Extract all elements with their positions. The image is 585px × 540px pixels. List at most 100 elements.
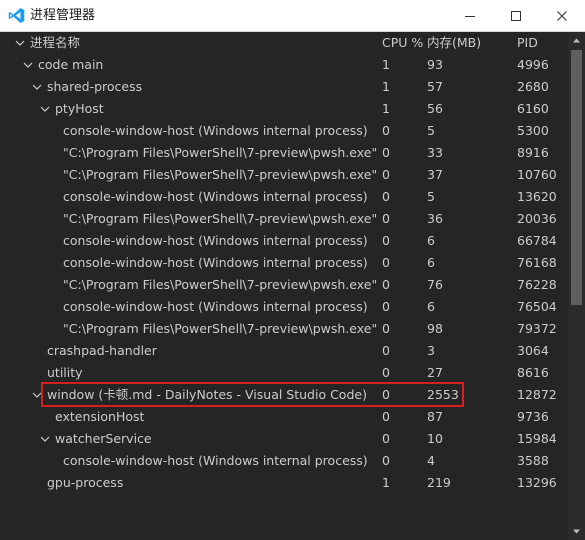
process-memory: 57 (427, 79, 443, 94)
process-pid: 76228 (517, 277, 557, 292)
process-memory: 27 (427, 365, 443, 380)
scroll-down-button[interactable] (568, 523, 585, 540)
table-row[interactable]: "C:\Program Files\PowerShell\7-preview\p… (0, 164, 568, 186)
process-cpu: 0 (382, 189, 390, 204)
process-cpu: 1 (382, 79, 390, 94)
process-pid: 5300 (517, 123, 549, 138)
process-pid: 12872 (517, 387, 557, 402)
header-pid[interactable]: PID (517, 32, 538, 54)
process-memory: 5 (427, 123, 435, 138)
process-memory: 33 (427, 145, 443, 160)
process-cpu: 0 (382, 233, 390, 248)
process-memory: 4 (427, 453, 435, 468)
process-cpu: 1 (382, 57, 390, 72)
minimize-icon (465, 16, 475, 17)
chevron-down-icon[interactable] (37, 98, 53, 120)
table-row[interactable]: watcherService 0 10 15984 (0, 428, 568, 450)
table-row[interactable]: "C:\Program Files\PowerShell\7-preview\p… (0, 274, 568, 296)
process-cpu: 0 (382, 255, 390, 270)
process-name: console-window-host (Windows internal pr… (63, 453, 368, 468)
table-row[interactable]: extensionHost 0 87 9736 (0, 406, 568, 428)
process-memory: 76 (427, 277, 443, 292)
process-cpu: 0 (382, 299, 390, 314)
table-header[interactable]: 进程名称 CPU % 内存(MB) PID (0, 32, 568, 54)
process-pid: 3064 (517, 343, 549, 358)
header-name[interactable]: 进程名称 (30, 32, 80, 54)
table-row[interactable]: console-window-host (Windows internal pr… (0, 450, 568, 472)
process-cpu: 0 (382, 145, 390, 160)
table-row[interactable]: console-window-host (Windows internal pr… (0, 296, 568, 318)
table-row[interactable]: gpu-process 1 219 13296 (0, 472, 568, 494)
table-row[interactable]: console-window-host (Windows internal pr… (0, 120, 568, 142)
table-row[interactable]: "C:\Program Files\PowerShell\7-preview\p… (0, 208, 568, 230)
process-table: 进程名称 CPU % 内存(MB) PID code main 1 93 499… (0, 32, 585, 540)
process-name: code main (38, 57, 104, 72)
process-name: extensionHost (55, 409, 145, 424)
process-explorer-window: 进程管理器 进程名称 CPU % 内存(MB) PID code main 1 … (0, 0, 585, 540)
process-cpu: 0 (382, 123, 390, 138)
process-memory: 37 (427, 167, 443, 182)
chevron-down-icon[interactable] (37, 428, 53, 450)
process-cpu: 0 (382, 343, 390, 358)
process-name: console-window-host (Windows internal pr… (63, 299, 368, 314)
table-row[interactable]: console-window-host (Windows internal pr… (0, 230, 568, 252)
table-row[interactable]: code main 1 93 4996 (0, 54, 568, 76)
process-name: "C:\Program Files\PowerShell\7-preview\p… (63, 211, 378, 226)
table-row[interactable]: shared-process 1 57 2680 (0, 76, 568, 98)
process-memory: 5 (427, 189, 435, 204)
process-cpu: 1 (382, 101, 390, 116)
scroll-thumb[interactable] (571, 50, 582, 305)
close-button[interactable] (539, 0, 585, 31)
process-pid: 79372 (517, 321, 557, 336)
table-row[interactable]: console-window-host (Windows internal pr… (0, 186, 568, 208)
maximize-icon (511, 11, 521, 21)
table-row[interactable]: console-window-host (Windows internal pr… (0, 252, 568, 274)
process-name: shared-process (47, 79, 143, 94)
chevron-down-icon[interactable] (12, 32, 28, 54)
table-row[interactable]: ptyHost 1 56 6160 (0, 98, 568, 120)
process-pid: 66784 (517, 233, 557, 248)
chevron-down-icon[interactable] (29, 76, 45, 98)
process-cpu: 1 (382, 475, 390, 490)
header-memory[interactable]: 内存(MB) (427, 32, 481, 54)
vertical-scrollbar[interactable] (568, 32, 585, 540)
table-row[interactable]: "C:\Program Files\PowerShell\7-preview\p… (0, 318, 568, 340)
process-name: console-window-host (Windows internal pr… (63, 123, 368, 138)
process-pid: 76504 (517, 299, 557, 314)
process-cpu: 0 (382, 167, 390, 182)
process-pid: 20036 (517, 211, 557, 226)
process-name: console-window-host (Windows internal pr… (63, 233, 368, 248)
process-memory: 6 (427, 233, 435, 248)
process-cpu: 0 (382, 409, 390, 424)
process-pid: 76168 (517, 255, 557, 270)
process-pid: 6160 (517, 101, 549, 116)
process-name: "C:\Program Files\PowerShell\7-preview\p… (63, 167, 378, 182)
process-name: watcherService (55, 431, 152, 446)
process-pid: 2680 (517, 79, 549, 94)
process-name: utility (47, 365, 83, 380)
table-row[interactable]: crashpad-handler 0 3 3064 (0, 340, 568, 362)
process-memory: 36 (427, 211, 443, 226)
process-memory: 3 (427, 343, 435, 358)
process-memory: 56 (427, 101, 443, 116)
table-row[interactable]: "C:\Program Files\PowerShell\7-preview\p… (0, 142, 568, 164)
header-cpu[interactable]: CPU % (382, 32, 423, 54)
process-cpu: 0 (382, 321, 390, 336)
process-pid: 9736 (517, 409, 549, 424)
process-pid: 8616 (517, 365, 549, 380)
process-name: console-window-host (Windows internal pr… (63, 255, 368, 270)
minimize-button[interactable] (447, 0, 493, 31)
scroll-up-button[interactable] (568, 32, 585, 49)
process-cpu: 0 (382, 211, 390, 226)
process-name: "C:\Program Files\PowerShell\7-preview\p… (63, 145, 378, 160)
table-row[interactable]: utility 0 27 8616 (0, 362, 568, 384)
process-pid: 8916 (517, 145, 549, 160)
process-cpu: 0 (382, 453, 390, 468)
process-memory: 93 (427, 57, 443, 72)
title-bar[interactable]: 进程管理器 (0, 0, 585, 32)
chevron-down-icon[interactable] (20, 54, 36, 76)
maximize-button[interactable] (493, 0, 539, 31)
window-title: 进程管理器 (30, 8, 96, 23)
process-pid: 3588 (517, 453, 549, 468)
process-pid: 13296 (517, 475, 557, 490)
